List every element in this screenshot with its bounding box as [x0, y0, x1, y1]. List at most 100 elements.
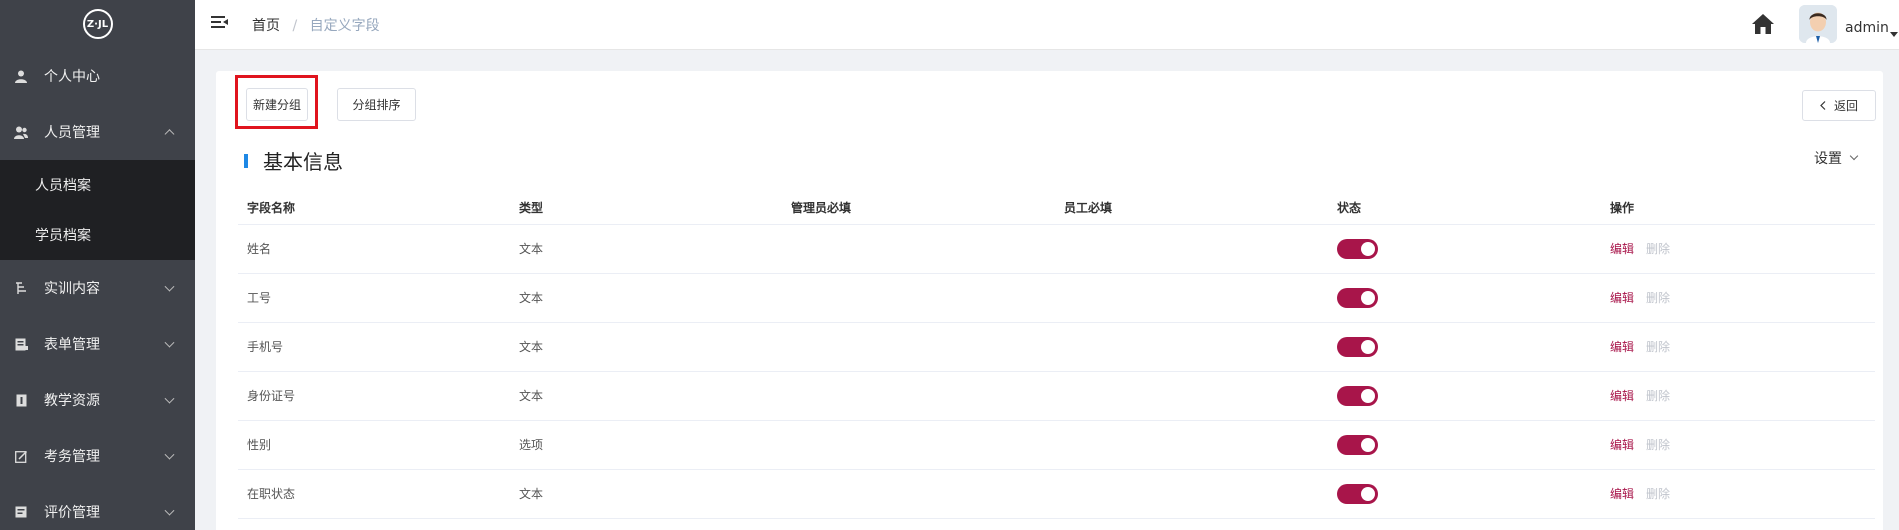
status-toggle[interactable]	[1337, 385, 1378, 406]
avatar[interactable]	[1799, 5, 1837, 43]
sidebar-item-label: 个人中心	[44, 69, 100, 85]
settings-dropdown[interactable]: 设置	[1814, 148, 1859, 168]
edit-link[interactable]: 编辑	[1610, 242, 1634, 256]
status-toggle[interactable]	[1337, 434, 1378, 455]
staff-required	[1055, 224, 1328, 274]
table-row: 手机号 文本 编辑 删除	[238, 322, 1875, 372]
sort-group-button[interactable]: 分组排序	[337, 88, 416, 121]
field-type: 文本	[510, 224, 782, 274]
settings-label: 设置	[1814, 151, 1842, 167]
sidebar-item-evaluation-management[interactable]: 评价管理	[0, 484, 195, 530]
status-toggle[interactable]	[1337, 483, 1378, 504]
chevron-down-icon	[1849, 151, 1859, 161]
column-header: 员工必填	[1055, 191, 1328, 225]
sidebar-item-exam-management[interactable]: 考务管理	[0, 428, 195, 484]
staff-submenu: 人员档案 学员档案	[0, 160, 195, 260]
sidebar-subitem-staff-archive[interactable]: 人员档案	[0, 160, 195, 210]
breadcrumb-separator: /	[292, 18, 298, 34]
sidebar-item-label: 考务管理	[44, 449, 100, 465]
breadcrumb: 首页 / 自定义字段	[252, 15, 380, 35]
breadcrumb-current: 自定义字段	[309, 18, 380, 34]
sidebar-item-personal-center[interactable]: 个人中心	[0, 48, 195, 104]
table-row: 在职状态 文本 编辑 删除	[238, 469, 1875, 519]
chevron-up-icon	[164, 129, 175, 140]
table-header-row: 字段名称 类型 管理员必填 员工必填 状态 操作	[238, 191, 1875, 225]
fields-table: 字段名称 类型 管理员必填 员工必填 状态 操作 姓名 文本 编辑 删除 工号 文…	[238, 191, 1875, 519]
breadcrumb-home[interactable]: 首页	[252, 18, 280, 34]
staff-required	[1055, 420, 1328, 470]
table-row: 姓名 文本 编辑 删除	[238, 224, 1875, 274]
staff-required	[1055, 469, 1328, 519]
field-name: 手机号	[238, 322, 510, 372]
sidebar-item-teaching-resources[interactable]: 教学资源	[0, 372, 195, 428]
sidebar-item-form-management[interactable]: 表单管理	[0, 316, 195, 372]
edit-link[interactable]: 编辑	[1610, 291, 1634, 305]
status-toggle[interactable]	[1337, 287, 1378, 308]
admin-required	[782, 469, 1055, 519]
sidebar-item-training-content[interactable]: 实训内容	[0, 260, 195, 316]
delete-link[interactable]: 删除	[1646, 242, 1670, 256]
chevron-down-icon	[164, 393, 175, 404]
back-button[interactable]: 返回	[1802, 90, 1876, 121]
status-toggle[interactable]	[1337, 238, 1378, 259]
delete-link[interactable]: 删除	[1646, 291, 1670, 305]
field-type: 选项	[510, 420, 782, 470]
sidebar-item-label: 评价管理	[44, 505, 100, 521]
column-header: 操作	[1601, 191, 1875, 225]
field-name: 工号	[238, 273, 510, 323]
field-name: 性别	[238, 420, 510, 470]
table-row: 身份证号 文本 编辑 删除	[238, 371, 1875, 421]
content-card: 新建分组 分组排序 返回 基本信息 设置 字段名称 类型 管理员必填 员工必填 …	[216, 71, 1883, 530]
sidebar-item-label: 教学资源	[44, 393, 100, 409]
field-type: 文本	[510, 322, 782, 372]
delete-link[interactable]: 删除	[1646, 487, 1670, 501]
menu-toggle-icon[interactable]	[211, 16, 228, 30]
staff-required	[1055, 322, 1328, 372]
sidebar-item-label: 人员管理	[44, 125, 100, 141]
resource-icon	[14, 393, 28, 407]
table-row: 性别 选项 编辑 删除	[238, 420, 1875, 470]
field-name: 在职状态	[238, 469, 510, 519]
column-header: 管理员必填	[782, 191, 1055, 225]
section-accent-bar	[244, 153, 248, 168]
top-header: 首页 / 自定义字段 admin	[195, 0, 1899, 50]
logo[interactable]: Z·JL	[0, 0, 195, 48]
edit-link[interactable]: 编辑	[1610, 340, 1634, 354]
caret-down-icon[interactable]	[1890, 32, 1898, 37]
back-label: 返回	[1833, 99, 1858, 113]
sidebar-subitem-student-archive[interactable]: 学员档案	[0, 210, 195, 260]
admin-required	[782, 371, 1055, 421]
delete-link[interactable]: 删除	[1646, 389, 1670, 403]
chevron-down-icon	[164, 449, 175, 460]
field-type: 文本	[510, 273, 782, 323]
new-group-button[interactable]: 新建分组	[246, 88, 308, 121]
users-icon	[14, 125, 28, 139]
section-header: 基本信息	[244, 146, 343, 175]
chevron-left-icon	[1820, 101, 1826, 110]
sidebar-item-staff-management[interactable]: 人员管理	[0, 104, 195, 160]
staff-required	[1055, 273, 1328, 323]
edit-link[interactable]: 编辑	[1610, 438, 1634, 452]
admin-required	[782, 224, 1055, 274]
home-icon[interactable]	[1751, 13, 1775, 35]
edit-link[interactable]: 编辑	[1610, 487, 1634, 501]
column-header: 状态	[1328, 191, 1601, 225]
delete-link[interactable]: 删除	[1646, 340, 1670, 354]
chevron-down-icon	[164, 505, 175, 516]
admin-required	[782, 322, 1055, 372]
sidebar: Z·JL 个人中心 人员管理 人员档案 学员档案 实训内容 表单管理 教学资源 …	[0, 0, 195, 530]
user-name[interactable]: admin	[1845, 20, 1889, 36]
chevron-down-icon	[164, 337, 175, 348]
staff-required	[1055, 371, 1328, 421]
chevron-down-icon	[164, 281, 175, 292]
user-icon	[14, 69, 28, 83]
field-type: 文本	[510, 371, 782, 421]
section-title: 基本信息	[263, 150, 343, 174]
form-icon	[14, 337, 28, 351]
sidebar-item-label: 表单管理	[44, 337, 100, 353]
field-type: 文本	[510, 469, 782, 519]
delete-link[interactable]: 删除	[1646, 438, 1670, 452]
evaluation-icon	[14, 505, 28, 519]
edit-link[interactable]: 编辑	[1610, 389, 1634, 403]
status-toggle[interactable]	[1337, 336, 1378, 357]
